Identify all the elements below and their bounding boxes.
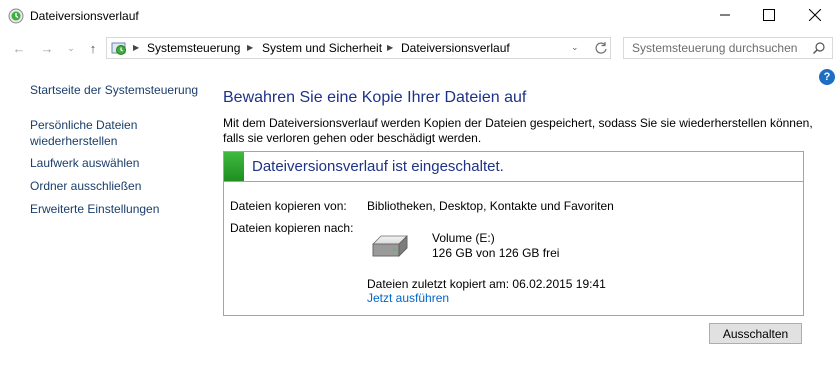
close-icon: [809, 9, 821, 21]
status-indicator: [224, 152, 244, 181]
last-copy-text: Dateien zuletzt kopiert am: 06.02.2015 1…: [367, 277, 606, 291]
search-box[interactable]: Systemsteuerung durchsuchen: [623, 37, 833, 59]
maximize-button[interactable]: [746, 0, 792, 30]
turn-off-button[interactable]: Ausschalten: [709, 323, 802, 344]
minimize-icon: [720, 14, 730, 16]
back-button[interactable]: ←: [10, 39, 28, 57]
address-dropdown-icon[interactable]: ⌄: [571, 42, 579, 53]
window-title: Dateiversionsverlauf: [30, 9, 139, 23]
up-arrow-icon: ↑: [89, 40, 97, 56]
close-button[interactable]: [792, 0, 838, 30]
file-history-icon: [8, 8, 24, 24]
breadcrumb-separator-icon: ▶: [387, 43, 394, 52]
copy-from-value: Bibliotheken, Desktop, Kontakte und Favo…: [367, 199, 614, 213]
title-bar: Dateiversionsverlauf: [0, 0, 840, 32]
control-panel-icon: [111, 42, 126, 55]
forward-arrow-icon: →: [40, 40, 54, 56]
description-line: Mit dem Dateiversionsverlauf werden Kopi…: [223, 116, 813, 130]
page-description: Mit dem Dateiversionsverlauf werden Kopi…: [223, 116, 813, 146]
description-line: falls sie verloren gehen oder beschädigt…: [223, 131, 482, 145]
sidebar-item-label: wiederherstellen: [30, 134, 118, 148]
page-title: Bewahren Sie eine Kopie Ihrer Dateien au…: [223, 89, 527, 106]
refresh-icon[interactable]: [593, 40, 609, 56]
search-icon[interactable]: [812, 41, 826, 55]
back-arrow-icon: ←: [12, 40, 26, 56]
address-bar[interactable]: ▶ Systemsteuerung ▶ System und Sicherhei…: [106, 37, 611, 59]
breadcrumb-dateiversionsverlauf[interactable]: Dateiversionsverlauf: [401, 41, 510, 55]
drive-icon: [372, 235, 408, 257]
breadcrumb-system-und-sicherheit[interactable]: System und Sicherheit: [262, 41, 382, 55]
recent-locations-button[interactable]: ⌄: [62, 39, 80, 57]
breadcrumb-separator-icon: ▶: [133, 43, 140, 52]
search-placeholder[interactable]: Systemsteuerung durchsuchen: [632, 41, 797, 55]
minimize-button[interactable]: [702, 0, 748, 30]
breadcrumb-separator-icon: ▶: [247, 43, 254, 52]
status-header: Dateiversionsverlauf ist eingeschaltet.: [224, 152, 803, 182]
copy-to-label: Dateien kopieren nach:: [230, 221, 354, 235]
forward-button[interactable]: →: [38, 39, 56, 57]
chevron-down-icon: ⌄: [67, 42, 75, 53]
sidebar-item-control-panel-home[interactable]: Startseite der Systemsteuerung: [30, 82, 198, 98]
breadcrumb-systemsteuerung[interactable]: Systemsteuerung: [147, 41, 240, 55]
drive-free-space: 126 GB von 126 GB frei: [432, 246, 560, 260]
sidebar-item-exclude-folders[interactable]: Ordner ausschließen: [30, 178, 141, 194]
maximize-icon: [763, 9, 775, 21]
drive-name: Volume (E:): [432, 231, 495, 245]
help-icon[interactable]: ?: [819, 69, 835, 85]
sidebar-item-select-drive[interactable]: Laufwerk auswählen: [30, 155, 139, 171]
run-now-link[interactable]: Jetzt ausführen: [367, 291, 449, 305]
sidebar-item-advanced-settings[interactable]: Erweiterte Einstellungen: [30, 201, 159, 217]
sidebar-item-label: Persönliche Dateien: [30, 118, 138, 132]
status-title: Dateiversionsverlauf ist eingeschaltet.: [252, 158, 504, 175]
sidebar-item-restore-files[interactable]: Persönliche Dateien wiederherstellen: [30, 117, 137, 149]
up-button[interactable]: ↑: [84, 39, 102, 57]
copy-from-label: Dateien kopieren von:: [230, 199, 347, 213]
